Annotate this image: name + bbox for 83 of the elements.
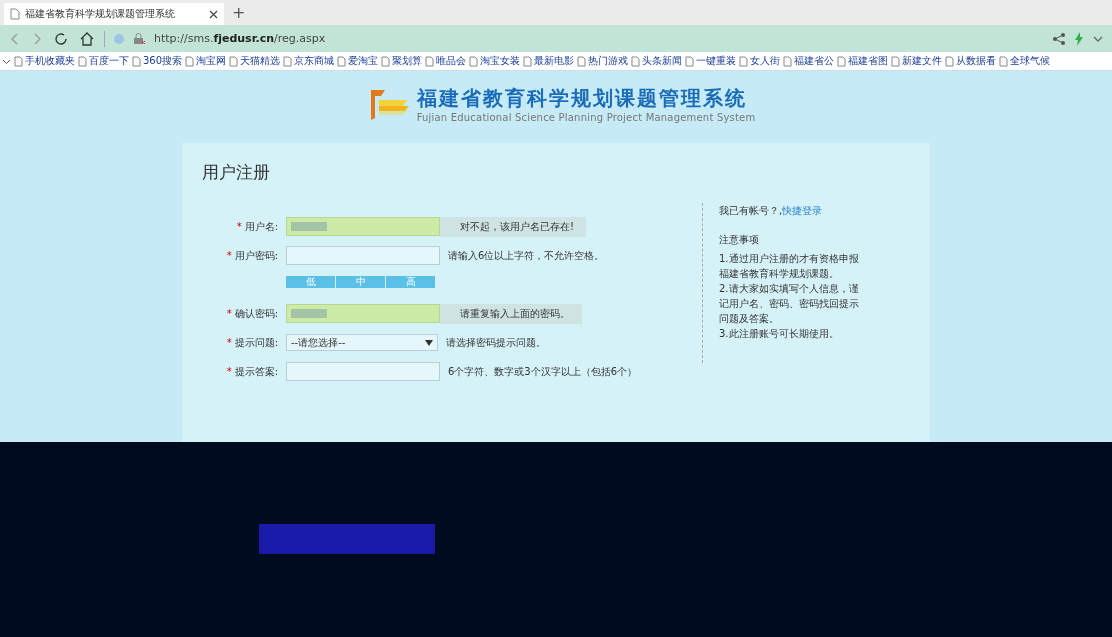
field-label: 提示问题: [234, 335, 278, 350]
field-hint: 对不起，该用户名已存在! [440, 216, 586, 237]
input-field[interactable] [286, 304, 440, 323]
bookmark-item[interactable]: 一键重装 [685, 54, 737, 68]
page-icon [283, 55, 293, 67]
field-label: 确认密码: [234, 306, 278, 321]
lightning-icon[interactable] [1074, 31, 1084, 46]
page-icon [739, 55, 749, 67]
note-text: 3.此注册账号可长期使用。 [719, 327, 840, 341]
close-icon[interactable] [209, 9, 218, 19]
field-hint: 请重复输入上面的密码。 [440, 303, 582, 324]
bookmark-item[interactable]: 全球气候 [999, 54, 1051, 68]
page-icon [10, 8, 20, 20]
strength-level: 高 [386, 275, 435, 288]
bookmark-item[interactable]: 手机收藏夹 [14, 54, 75, 68]
page-icon [783, 55, 793, 67]
page-icon [229, 55, 239, 67]
required-mark: * [236, 221, 242, 232]
browser-tab[interactable]: 福建省教育科学规划课题管理系统 [4, 3, 224, 25]
bookmark-item[interactable]: 热门游戏 [577, 54, 629, 68]
bookmark-item[interactable]: 淘宝女装 [469, 54, 521, 68]
bookmark-item[interactable]: 360搜索 [132, 54, 183, 68]
input-field[interactable] [286, 362, 440, 381]
lock-icon [133, 32, 146, 45]
page-icon [425, 55, 435, 67]
page-icon [999, 55, 1009, 67]
bookmark-item[interactable]: 从数据看 [945, 54, 997, 68]
bookmark-item[interactable]: 唯品会 [425, 54, 467, 68]
field-hint: 请输入6位以上字符，不允许空格。 [448, 248, 605, 263]
blurred-value [291, 309, 327, 318]
page-icon [891, 55, 901, 67]
strength-level: 低 [286, 275, 335, 288]
page-icon [337, 55, 347, 67]
address-field[interactable]: http://sms.fjedusr.cn/reg.aspx [154, 32, 326, 45]
required-mark: * [226, 250, 232, 261]
field-hint: 请选择密码提示问题。 [446, 335, 546, 350]
page-icon [78, 55, 87, 67]
page-icon [685, 55, 695, 67]
field-label: 用户密码: [234, 248, 278, 263]
input-field[interactable] [286, 217, 440, 236]
share-icon[interactable] [1052, 31, 1066, 46]
page-icon [945, 55, 955, 67]
bookmark-item[interactable]: 头条新闻 [631, 54, 683, 68]
page-icon [132, 55, 141, 67]
bookmark-item[interactable]: 女人街 [739, 54, 781, 68]
bookmark-item[interactable]: 淘宝网 [185, 54, 227, 68]
caret-icon [425, 339, 433, 346]
bookmark-item[interactable]: 最新电影 [523, 54, 575, 68]
blurred-value [291, 222, 327, 231]
site-subtitle: Fujian Educational Science Planning Project Management System [416, 112, 756, 123]
page-icon [577, 55, 587, 67]
field-label: 提示答案: [234, 364, 278, 379]
required-mark: * [226, 337, 232, 348]
page-icon [837, 55, 847, 67]
page-icon [185, 55, 195, 67]
bookmark-item[interactable]: 新建文件 [891, 54, 943, 68]
bookmark-item[interactable]: 京东商城 [283, 54, 335, 68]
bookmark-item[interactable]: 百度一下 [78, 54, 129, 68]
account-prompt: 我已有帐号？,快捷登录 [719, 204, 824, 218]
page-icon [14, 55, 23, 67]
page-icon [523, 55, 533, 67]
strength-level: 中 [336, 275, 385, 288]
bookmark-item[interactable]: 爱淘宝 [337, 54, 379, 68]
page-icon [469, 55, 479, 67]
site-title: 福建省教育科学规划课题管理系统 [416, 85, 748, 112]
bookmark-item[interactable]: 福建省图 [837, 54, 889, 68]
page-icon [381, 55, 391, 67]
note-text: 1.通过用户注册的才有资格申报福建省教育科学规划课题。 [719, 252, 860, 281]
bookmark-item[interactable]: 聚划算 [381, 54, 423, 68]
bookmark-item[interactable]: 福建省公 [783, 54, 835, 68]
form-heading: 用户注册 [202, 161, 271, 184]
required-mark: * [226, 308, 232, 319]
new-tab-button[interactable]: + [224, 3, 254, 22]
input-field[interactable] [286, 246, 440, 265]
page-icon [631, 55, 641, 67]
notes-title: 注意事项 [719, 233, 760, 247]
bookmark-item[interactable]: 天猫精选 [229, 54, 281, 68]
question-select[interactable]: --请您选择-- [286, 334, 438, 351]
required-mark: * [226, 366, 232, 377]
quick-login-link[interactable]: 快捷登录 [782, 205, 823, 216]
field-label: 用户名: [244, 219, 278, 234]
note-text: 2.请大家如实填写个人信息，谨记用户名、密码、密码找回提示问题及答案。 [719, 282, 860, 326]
field-hint: 6个字符、数字或3个汉字以上（包括6个） [448, 364, 638, 379]
